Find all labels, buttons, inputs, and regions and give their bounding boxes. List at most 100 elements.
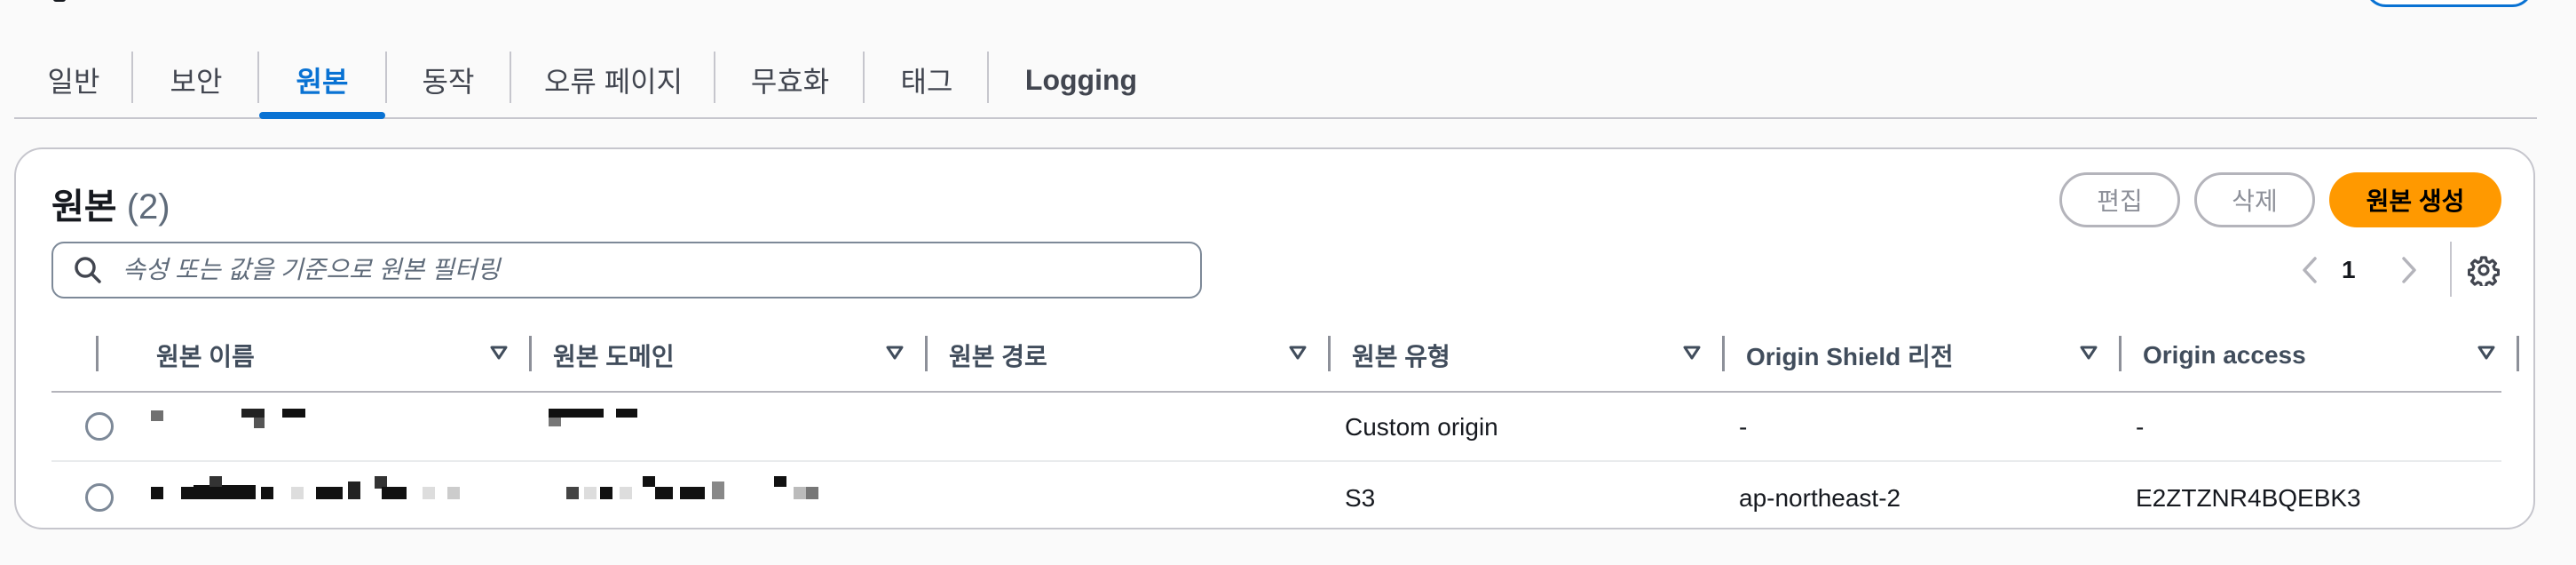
- page-heading-fragment: [53, 0, 66, 2]
- redacted-text: [151, 410, 163, 421]
- table-row[interactable]: S3 ap-northeast-2 E2ZTZNR4BQEBK3: [51, 464, 2501, 533]
- table-header: 원본 이름 원본 도메인 원본 경로 원본 유형 Origin Shield 리: [51, 320, 2519, 393]
- table-settings-button[interactable]: [2468, 245, 2500, 295]
- caret-down-icon[interactable]: [1682, 345, 1702, 361]
- tab-behaviors[interactable]: 동작: [385, 43, 511, 117]
- origin-path-cell: [942, 393, 1315, 462]
- redacted-text: [616, 409, 637, 418]
- origin-type-cell: S3: [1345, 484, 1376, 512]
- caret-down-icon[interactable]: [2477, 345, 2496, 361]
- origins-container: 원본 (2) 편집 삭제 원본 생성 1: [14, 147, 2535, 529]
- header-action-button[interactable]: [2365, 0, 2533, 7]
- redacted-text: [712, 481, 724, 499]
- redacted-text: [382, 487, 407, 499]
- redacted-text: [643, 476, 655, 487]
- tab-label: 오류 페이지: [543, 66, 684, 98]
- column-header-label: 원본 경로: [949, 343, 1047, 370]
- tab-label: 원본: [296, 66, 349, 98]
- tab-error-pages[interactable]: 오류 페이지: [511, 43, 715, 117]
- redacted-text: [348, 481, 360, 499]
- distribution-tabs: 일반 보안 원본 동작 오류 페이지 무효화 태그 Logging: [14, 43, 2537, 119]
- redacted-text: [774, 476, 786, 487]
- redacted-text: [655, 487, 673, 499]
- origin-name-cell: [149, 393, 522, 462]
- column-header-origin-shield-region[interactable]: Origin Shield 리전: [1725, 320, 2122, 391]
- redacted-text: [600, 487, 612, 499]
- origin-access-cell: E2ZTZNR4BQEBK3: [2136, 484, 2361, 512]
- column-header-origin-domain[interactable]: 원본 도메인: [532, 320, 928, 391]
- previous-page-button[interactable]: [2299, 245, 2320, 295]
- delete-button[interactable]: 삭제: [2194, 172, 2315, 227]
- redacted-text: [549, 418, 561, 426]
- pager-divider: [2450, 242, 2452, 297]
- create-origin-button[interactable]: 원본 생성: [2329, 172, 2501, 227]
- row-select-radio[interactable]: [85, 412, 114, 441]
- redacted-text: [316, 487, 343, 499]
- tab-label: 보안: [170, 66, 223, 98]
- redacted-text: [291, 487, 304, 499]
- tab-label: Logging: [1024, 63, 1138, 96]
- redacted-text: [806, 487, 818, 499]
- search-input[interactable]: [122, 256, 1170, 284]
- tab-divider: [385, 52, 387, 103]
- redacted-text: [447, 487, 460, 499]
- origin-path-cell: [942, 464, 1315, 533]
- redacted-text: [680, 487, 705, 499]
- redacted-text: [241, 409, 265, 418]
- table-row[interactable]: Custom origin - -: [51, 393, 2501, 462]
- column-header-label: Origin access: [2143, 341, 2306, 369]
- tab-label: 무효화: [750, 66, 830, 98]
- redacted-text: [194, 485, 256, 499]
- column-header-label: 원본 도메인: [553, 343, 675, 370]
- tab-logging[interactable]: Logging: [989, 43, 1173, 117]
- redacted-text: [254, 418, 265, 428]
- row-select-radio[interactable]: [85, 483, 114, 512]
- active-tab-indicator: [259, 112, 385, 119]
- chevron-left-icon: [2303, 257, 2317, 283]
- column-header-label: 원본 이름: [156, 343, 255, 370]
- filter-search-box[interactable]: [51, 242, 1202, 298]
- current-page-number[interactable]: 1: [2342, 245, 2356, 295]
- column-header-label: 원본 유형: [1352, 343, 1450, 370]
- caret-down-icon[interactable]: [489, 345, 509, 361]
- column-header-origin-type[interactable]: 원본 유형: [1331, 320, 1725, 391]
- search-icon: [75, 257, 101, 283]
- column-header-origin-path[interactable]: 원본 경로: [928, 320, 1331, 391]
- caret-down-icon[interactable]: [2079, 345, 2098, 361]
- origin-domain-cell: [546, 393, 919, 462]
- redacted-text: [261, 487, 273, 499]
- redacted-text: [209, 476, 222, 487]
- tab-general[interactable]: 일반: [14, 43, 133, 117]
- redacted-text: [181, 487, 194, 499]
- tab-label: 동작: [422, 66, 475, 98]
- column-header-label: Origin Shield 리전: [1746, 343, 1954, 370]
- redacted-text: [151, 487, 163, 499]
- caret-down-icon[interactable]: [1288, 345, 1308, 361]
- panel-title: 원본 (2): [51, 178, 170, 229]
- tab-label: 일반: [47, 66, 100, 98]
- origin-access-cell: -: [2136, 413, 2145, 441]
- redacted-text: [620, 487, 632, 499]
- next-page-button[interactable]: [2398, 245, 2420, 295]
- tab-invalidations[interactable]: 무효화: [715, 43, 865, 117]
- tab-tags[interactable]: 태그: [865, 43, 989, 117]
- column-header-origin-name[interactable]: 원본 이름: [135, 320, 532, 391]
- origins-page: 일반 보안 원본 동작 오류 페이지 무효화 태그 Logging 원본 (2)…: [0, 0, 2576, 565]
- redacted-text: [794, 487, 806, 499]
- caret-down-icon[interactable]: [885, 345, 905, 361]
- column-divider[interactable]: [2517, 336, 2519, 371]
- panel-title-text: 원본: [51, 187, 117, 227]
- edit-button[interactable]: 편집: [2059, 172, 2180, 227]
- redacted-text: [549, 409, 604, 418]
- chevron-right-icon: [2402, 257, 2416, 283]
- tab-label: 태그: [900, 66, 953, 98]
- redacted-text: [584, 487, 597, 499]
- tab-origins[interactable]: 원본: [259, 43, 385, 119]
- redacted-text: [423, 487, 435, 499]
- tab-security[interactable]: 보안: [133, 43, 259, 117]
- redacted-text: [566, 487, 579, 499]
- origin-type-cell: Custom origin: [1345, 413, 1498, 441]
- column-header-origin-access[interactable]: Origin access: [2122, 320, 2519, 391]
- gear-icon: [2468, 256, 2500, 286]
- redacted-text: [282, 409, 305, 418]
